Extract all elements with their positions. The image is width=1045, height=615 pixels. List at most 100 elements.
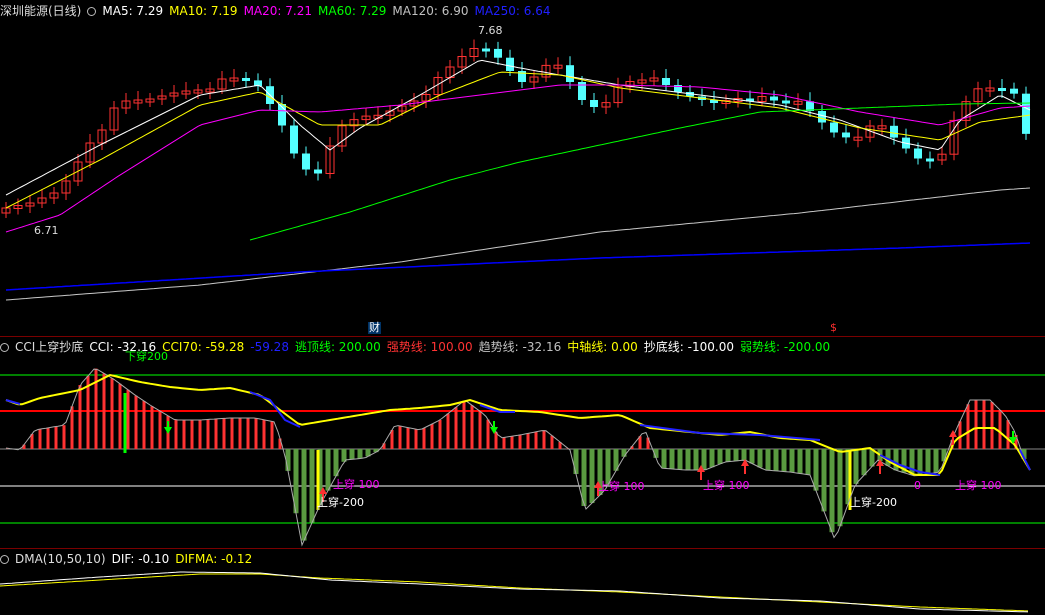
dma-title: DMA(10,50,10) <box>15 552 106 566</box>
cci-histogram-bar <box>789 449 795 473</box>
annotation-up-100: 上穿 100 <box>598 480 645 493</box>
cci-histogram-bar <box>725 449 731 462</box>
panel-divider <box>0 548 1045 549</box>
candlestick-chart[interactable] <box>0 20 1045 338</box>
candle-body <box>494 48 502 58</box>
cci-histogram-bar <box>446 413 450 449</box>
cci-histogram-bar <box>38 429 42 449</box>
cci-histogram-bar <box>974 400 978 449</box>
cci-histogram-bar <box>301 449 307 541</box>
high-price-label: 7.68 <box>478 24 503 37</box>
cci-histogram-bar <box>797 449 803 474</box>
cci-histogram-bar <box>494 431 498 449</box>
cci-histogram-bar <box>422 428 426 449</box>
cci-histogram-bar <box>182 420 186 449</box>
cci-histogram-bar <box>110 378 114 449</box>
cci-histogram-bar <box>62 425 66 449</box>
dma-header: DMA(10,50,10) DIF: -0.10 DIFMA: -0.12 <box>0 551 258 567</box>
ma250-line <box>5 242 1031 291</box>
ma120-line <box>5 187 1031 301</box>
annotation-up-100: 上穿 100 <box>955 479 1002 492</box>
candle-body <box>914 148 922 159</box>
cci-histogram-bar <box>669 449 675 469</box>
ma20-label: MA20: 7.21 <box>243 4 312 18</box>
settings-circle-icon[interactable] <box>0 343 9 352</box>
cci-histogram-bar <box>150 406 154 449</box>
settings-circle-icon[interactable] <box>0 555 9 564</box>
cci-histogram-bar <box>438 420 442 449</box>
cci-histogram-bar <box>70 406 74 449</box>
cci-histogram-bar <box>158 411 162 449</box>
cci-histogram-bar <box>526 433 530 449</box>
candle-body <box>662 78 670 85</box>
cci70-down-segment <box>639 424 821 441</box>
cci-histogram-bar <box>510 436 514 449</box>
main-header: 深圳能源(日线) MA5: 7.29 MA10: 7.19 MA20: 7.21 MA6… <box>0 3 557 19</box>
cci-histogram-bar <box>781 449 787 472</box>
cci-signal-bar <box>123 393 127 453</box>
candle-body <box>590 100 598 107</box>
cci-histogram-bar <box>813 449 819 491</box>
cci-histogram-bar <box>933 449 939 473</box>
settings-circle-icon[interactable] <box>87 7 97 16</box>
cci-histogram-bar <box>998 410 1002 449</box>
cci-histogram-bar <box>454 407 458 449</box>
cci-histogram-bar <box>765 449 771 471</box>
cci-histogram-bar <box>518 435 522 449</box>
annotation-up-0: 0 <box>914 479 921 492</box>
cci-histogram-bar <box>589 449 595 503</box>
cci-histogram-bar <box>54 426 58 449</box>
cci-histogram-bar <box>325 449 331 491</box>
cci-histogram-bar <box>621 449 627 457</box>
cci-histogram-bar <box>542 430 546 449</box>
cci-histogram-bar <box>230 418 234 449</box>
cci-histogram-bar <box>246 418 250 449</box>
cci-histogram-bar <box>486 419 490 449</box>
cci-histogram-bar <box>118 383 122 449</box>
candle-body <box>242 78 250 81</box>
cci-histogram-bar <box>398 426 402 449</box>
cci-histogram-bar <box>534 431 538 449</box>
cci-histogram-bar <box>709 449 715 468</box>
cci-histogram-bar <box>773 449 779 471</box>
cci-histogram-bar <box>853 449 859 484</box>
cci-histogram-bar <box>262 419 266 449</box>
cci-histogram-bar <box>837 449 843 527</box>
candle-body <box>314 169 322 174</box>
cci-histogram-bar <box>206 419 210 449</box>
dma-indicator-chart[interactable] <box>0 566 1045 615</box>
ma60-line <box>249 102 1031 241</box>
cci-histogram-bar <box>966 404 970 449</box>
cci-histogram-bar <box>390 430 394 449</box>
cci-histogram-bar <box>693 449 699 470</box>
panel-divider <box>0 336 1045 337</box>
candle-body <box>302 153 310 170</box>
down-arrow-icon <box>164 427 172 434</box>
cci-histogram-bar <box>190 420 194 449</box>
cci-histogram-bar <box>821 449 827 512</box>
cci-histogram-bar <box>1006 420 1010 449</box>
cci-indicator-chart[interactable] <box>0 352 1045 548</box>
cci-histogram-bar <box>406 427 410 449</box>
annotation-up-100: 上穿 100 <box>703 479 750 492</box>
low-price-label: 6.71 <box>34 224 59 237</box>
cci-histogram-bar <box>430 424 434 449</box>
ma60-label: MA60: 7.29 <box>318 4 387 18</box>
cci-histogram-bar <box>685 449 691 470</box>
candle-body <box>566 65 574 82</box>
event-marker-cai[interactable]: 财 <box>368 322 381 334</box>
cci-histogram-bar <box>861 449 867 476</box>
dif-value: DIF: -0.10 <box>111 552 170 566</box>
cci-histogram-bar <box>925 449 931 474</box>
cci-histogram-bar <box>733 449 739 461</box>
cci-histogram-bar <box>414 429 418 449</box>
cci-histogram-bar <box>805 449 811 475</box>
cci-histogram-bar <box>717 449 723 464</box>
cci-histogram-bar <box>958 421 962 449</box>
candle-body <box>842 132 850 138</box>
event-marker-s[interactable]: $ <box>830 322 837 334</box>
candle-body <box>290 125 298 154</box>
candle-body <box>782 100 790 104</box>
candle-body <box>770 96 778 101</box>
cci-line <box>5 368 1031 547</box>
